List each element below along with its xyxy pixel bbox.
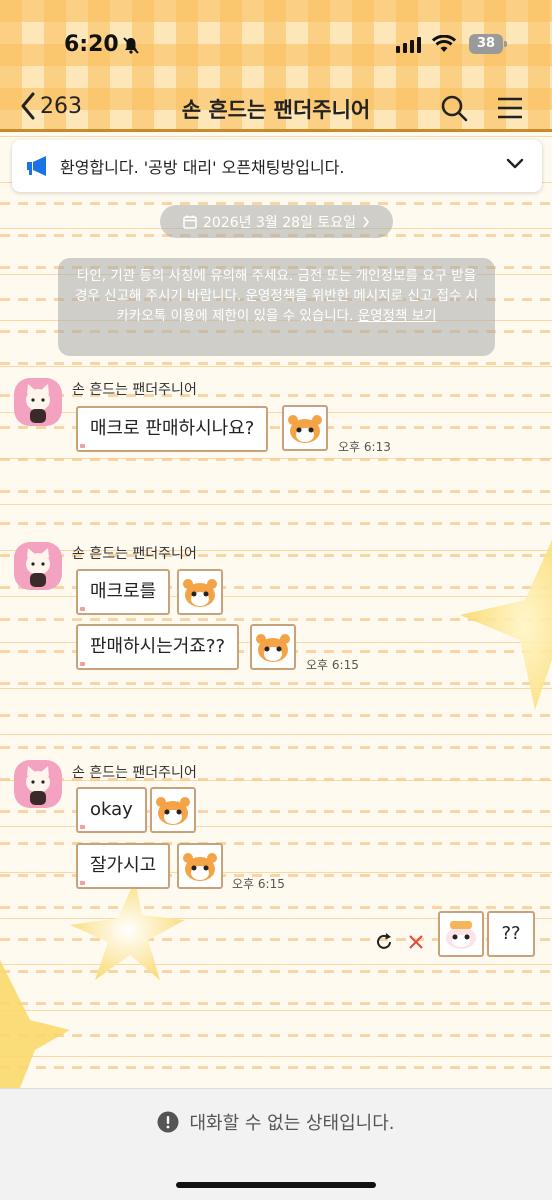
message-bubble[interactable]: 판매하시는거죠?? xyxy=(76,624,240,670)
status-bar: 6:20 38 xyxy=(0,0,552,90)
hamster-icon xyxy=(183,579,217,607)
cat-avatar-icon xyxy=(26,384,50,423)
date-text: 2026년 3월 28일 토요일 xyxy=(203,214,356,231)
hamster-emoticon[interactable] xyxy=(282,405,328,451)
exclamation-icon xyxy=(157,1111,179,1133)
hamster-icon xyxy=(256,634,290,662)
message-time: 오후 6:13 xyxy=(338,440,391,454)
nav-bar: 263 손 흔드는 팬더주니어 xyxy=(0,86,552,130)
sender-name: 손 흔드는 팬더주니어 xyxy=(72,546,197,562)
hamster-emoticon[interactable] xyxy=(177,569,223,615)
notice-text: 환영합니다. '공방 대리' 오픈채팅방입니다. xyxy=(60,158,345,177)
hamster-emoticon[interactable] xyxy=(150,787,196,833)
wifi-icon xyxy=(432,35,456,52)
message-bubble[interactable]: 매크로 판매하시나요? xyxy=(76,406,269,452)
message-bubble[interactable]: okay xyxy=(76,787,147,833)
chat-title: 손 흔드는 팬더주니어 xyxy=(181,98,371,122)
cellular-signal-icon xyxy=(396,37,421,53)
avatar[interactable] xyxy=(14,378,62,426)
sender-name: 손 흔드는 팬더주니어 xyxy=(72,382,197,398)
cat-avatar-icon xyxy=(26,548,50,587)
bell-muted-icon xyxy=(123,37,139,54)
notice-banner[interactable]: 환영합니다. '공방 대리' 오픈채팅방입니다. xyxy=(12,140,542,192)
message-time: 오후 6:15 xyxy=(232,877,285,891)
cat-avatar-icon xyxy=(26,766,50,805)
hamster-icon xyxy=(183,853,217,881)
chevron-right-icon xyxy=(363,216,370,227)
hamster-emoticon[interactable] xyxy=(177,843,223,889)
chat-header: 6:20 38 263 손 흔드는 팬더주니어 xyxy=(0,0,552,132)
system-warning-message: 타인, 기관 등의 사칭에 유의해 주세요. 금전 또는 개인정보를 요구 받을… xyxy=(58,258,495,356)
retry-icon[interactable] xyxy=(373,931,395,953)
home-indicator xyxy=(176,1182,376,1188)
menu-icon[interactable] xyxy=(497,96,523,120)
hamster-emoticon[interactable] xyxy=(250,624,296,670)
message-bubble[interactable]: 매크로를 xyxy=(76,569,171,615)
avatar[interactable] xyxy=(14,760,62,808)
policy-link[interactable]: 운영정책 보기 xyxy=(358,308,437,324)
calendar-icon xyxy=(183,215,197,229)
sender-name: 손 흔드는 팬더주니어 xyxy=(72,765,197,781)
chevron-down-icon[interactable] xyxy=(506,158,524,170)
hamster-icon xyxy=(446,921,476,949)
hamster-icon xyxy=(156,797,190,825)
hamster-emoticon[interactable] xyxy=(438,911,484,957)
date-divider[interactable]: 2026년 3월 28일 토요일 xyxy=(160,205,393,238)
message-bubble[interactable]: 잘가시고 xyxy=(76,843,171,889)
message-time: 오후 6:15 xyxy=(306,658,359,672)
search-icon[interactable] xyxy=(440,94,468,122)
megaphone-icon xyxy=(27,156,46,176)
avatar[interactable] xyxy=(14,542,62,590)
close-icon[interactable] xyxy=(405,931,427,953)
footer-text: 대화할 수 없는 상태입니다. xyxy=(189,1113,395,1134)
battery-indicator: 38 xyxy=(469,34,507,54)
status-time: 6:20 xyxy=(64,32,119,57)
hamster-icon xyxy=(288,415,322,443)
my-message-bubble[interactable]: ?? xyxy=(487,911,535,957)
